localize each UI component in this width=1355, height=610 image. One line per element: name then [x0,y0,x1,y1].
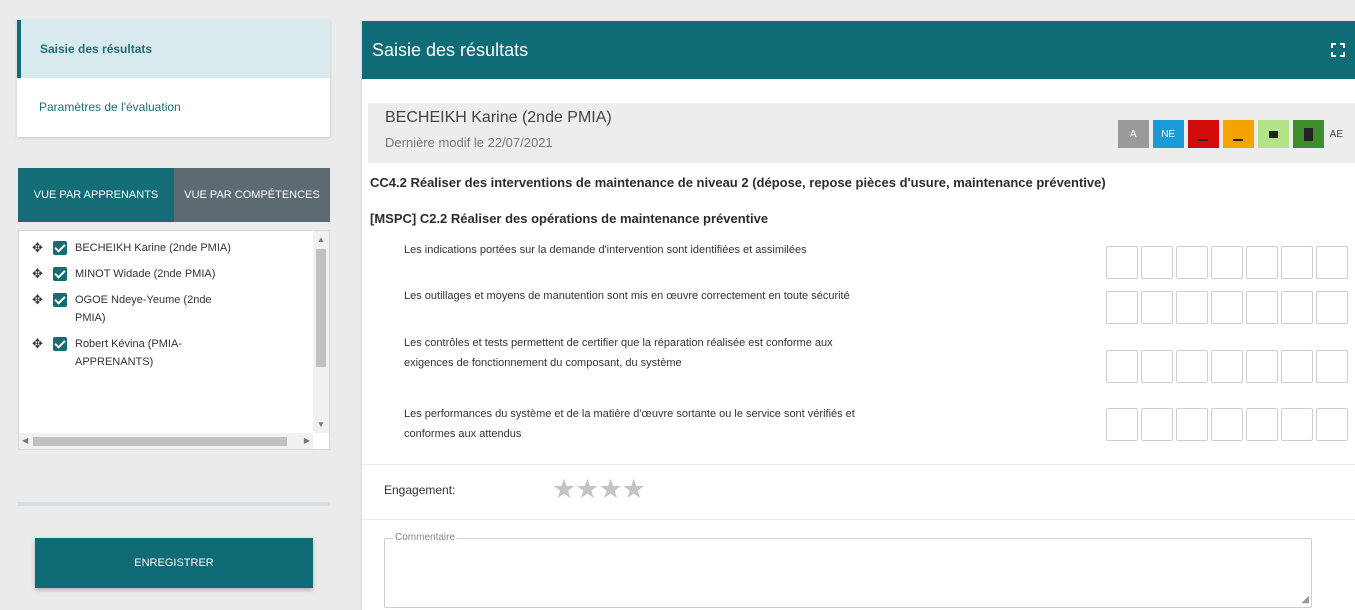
learner-checkbox[interactable] [53,293,67,307]
level-box[interactable] [1141,408,1173,441]
star-icon[interactable]: ★ [575,474,599,504]
legend-ae: AE [1329,128,1343,140]
scroll-left-icon[interactable]: ◀ [22,436,28,445]
level-box[interactable] [1316,246,1348,279]
level-box[interactable] [1281,291,1313,324]
legend-light-green [1257,120,1289,148]
scroll-down-icon[interactable]: ▼ [317,420,325,429]
criterion-boxes [1106,408,1351,441]
student-name: BECHEIKH Karine (2nde PMIA) [385,109,612,126]
save-button[interactable]: ENREGISTRER [35,538,313,588]
comment-label: Commentaire [393,532,458,543]
level-box[interactable] [1316,291,1348,324]
legend-orange [1222,120,1254,148]
student-header: BECHEIKH Karine (2nde PMIA) Dernière mod… [368,103,1355,163]
learner-checkbox[interactable] [53,241,67,255]
engagement-rating: ★ ★ ★ ★ [552,474,646,504]
comment-field[interactable]: Commentaire ◢ [384,532,1312,608]
scroll-up-icon[interactable]: ▲ [317,235,325,244]
level-box[interactable] [1281,246,1313,279]
level-box[interactable] [1316,350,1348,383]
level-box[interactable] [1281,408,1313,441]
move-icon[interactable]: ✥ [32,265,44,283]
list-item[interactable]: ✥ MINOT Widade (2nde PMIA) [19,261,313,287]
learner-checkbox[interactable] [53,337,67,351]
list-item[interactable]: ✥ OGOE Ndeye-Yeume (2nde PMIA) [19,287,313,331]
level-box[interactable] [1281,350,1313,383]
expand-icon[interactable] [1331,43,1345,57]
level-box[interactable] [1246,350,1278,383]
star-icon[interactable]: ★ [552,474,576,504]
divider [18,502,330,506]
tab-vue-par-apprenants[interactable]: VUE PAR APPRENANTS [18,168,174,222]
list-item[interactable]: ✥ BECHEIKH Karine (2nde PMIA) [19,235,313,261]
panel-title: Saisie des résultats [372,39,529,60]
criterion-boxes [1106,350,1351,383]
menu-item-saisie-resultats[interactable]: Saisie des résultats [17,20,330,78]
learner-name: Robert Kévina (PMIA-APPRENANTS) [75,338,182,368]
scroll-thumb[interactable] [33,437,287,446]
criterion-boxes [1106,291,1351,324]
level-box[interactable] [1106,246,1138,279]
level-box[interactable] [1246,246,1278,279]
learner-name: MINOT Widade (2nde PMIA) [75,268,216,280]
move-icon[interactable]: ✥ [32,239,44,257]
level-box[interactable] [1141,246,1173,279]
criterion-boxes [1106,246,1351,279]
move-icon[interactable]: ✥ [32,335,44,353]
star-icon[interactable]: ★ [622,474,646,504]
list-item[interactable]: ✥ Robert Kévina (PMIA-APPRENANTS) [19,331,313,375]
level-box[interactable] [1176,246,1208,279]
level-box[interactable] [1176,408,1208,441]
level-box[interactable] [1211,350,1243,383]
level-box[interactable] [1211,291,1243,324]
resize-handle-icon[interactable]: ◢ [1301,594,1309,605]
legend-ne: NE [1152,120,1184,148]
level-legend: A NE AE [1114,120,1343,148]
level-box[interactable] [1176,291,1208,324]
level-box[interactable] [1106,291,1138,324]
level-box[interactable] [1246,408,1278,441]
level-box[interactable] [1246,291,1278,324]
level-box[interactable] [1141,350,1173,383]
learner-checkbox[interactable] [53,267,67,281]
learner-name: BECHEIKH Karine (2nde PMIA) [75,242,231,254]
level-box[interactable] [1316,408,1348,441]
level-box[interactable] [1141,291,1173,324]
level-box[interactable] [1176,350,1208,383]
level-box[interactable] [1106,350,1138,383]
level-box[interactable] [1211,246,1243,279]
panel-header: Saisie des résultats [362,21,1355,79]
learner-list: ✥ BECHEIKH Karine (2nde PMIA) ✥ MINOT Wi… [19,231,313,433]
left-menu: Saisie des résultats Paramètres de l'éva… [17,20,330,137]
last-modified: Dernière modif le 22/07/2021 [385,135,553,150]
vertical-scrollbar[interactable]: ▲ ▼ [313,231,329,433]
level-box[interactable] [1106,408,1138,441]
move-icon[interactable]: ✥ [32,291,44,309]
tab-vue-par-competences[interactable]: VUE PAR COMPÉTENCES [174,168,330,222]
star-icon[interactable]: ★ [598,474,622,504]
legend-green [1292,120,1324,148]
scroll-right-icon[interactable]: ▶ [304,436,310,445]
learner-name: OGOE Ndeye-Yeume (2nde PMIA) [75,294,212,324]
legend-red [1187,120,1219,148]
legend-a: A [1117,120,1149,148]
menu-item-parametres-evaluation[interactable]: Paramètres de l'évaluation [17,78,330,136]
view-toggle: VUE PAR APPRENANTS VUE PAR COMPÉTENCES [18,168,330,222]
level-box[interactable] [1211,408,1243,441]
learner-list-panel: ✥ BECHEIKH Karine (2nde PMIA) ✥ MINOT Wi… [18,230,330,450]
scroll-thumb[interactable] [316,249,326,367]
horizontal-scrollbar[interactable]: ◀ ▶ [19,433,313,449]
